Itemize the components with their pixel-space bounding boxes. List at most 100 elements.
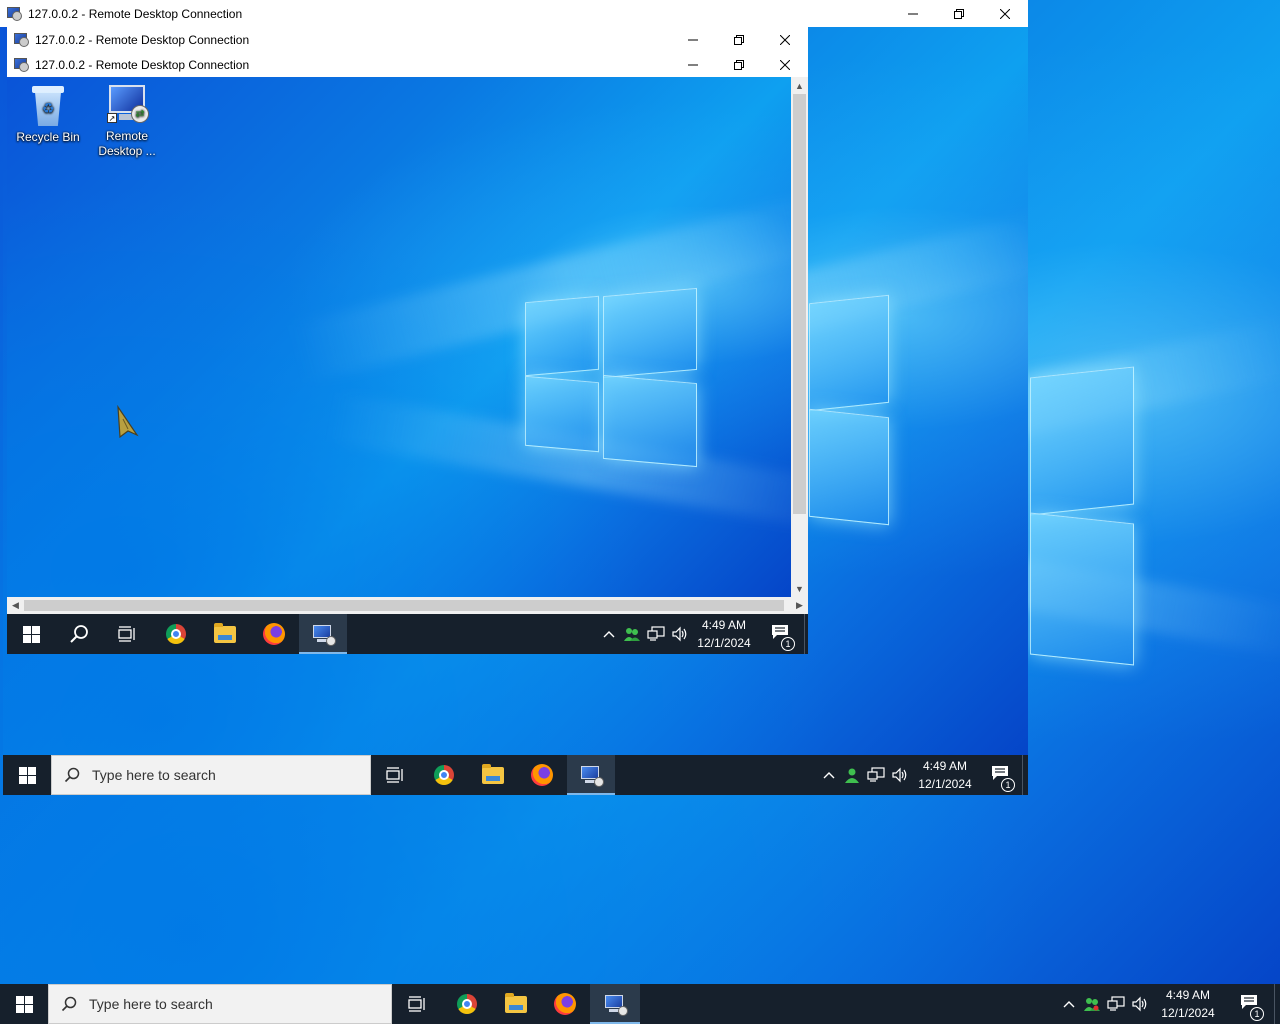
restore-button[interactable] — [716, 27, 762, 53]
minimize-icon — [688, 64, 698, 66]
chrome-taskbar-button[interactable] — [151, 614, 201, 654]
volume-tray-button[interactable] — [1128, 984, 1152, 1024]
window-title: 127.0.0.2 - Remote Desktop Connection — [35, 58, 250, 72]
firefox-taskbar-button[interactable] — [517, 755, 567, 795]
minimize-button[interactable] — [670, 53, 716, 77]
restore-icon — [734, 35, 744, 45]
start-button[interactable] — [3, 755, 51, 795]
network-tray-button[interactable] — [1104, 984, 1128, 1024]
scrollbar-thumb[interactable] — [793, 94, 806, 514]
scroll-down-icon[interactable]: ▼ — [791, 580, 808, 597]
close-icon — [780, 35, 790, 45]
show-hidden-icons-button[interactable] — [818, 755, 840, 795]
show-hidden-icons-button[interactable] — [1058, 984, 1080, 1024]
system-tray: 4:49 AM 12/1/2024 1 — [598, 614, 808, 654]
network-icon — [1107, 996, 1125, 1011]
search-button[interactable] — [55, 614, 103, 654]
network-tray-button[interactable] — [864, 755, 888, 795]
desktop-icon-label: Recycle Bin — [16, 130, 80, 144]
desktop-icon-remote-desktop[interactable]: ⇄ ↗ Remote Desktop ... — [89, 83, 165, 159]
firefox-icon — [263, 623, 285, 645]
chrome-taskbar-button[interactable] — [442, 984, 492, 1024]
search-input[interactable]: Type here to search — [51, 755, 371, 795]
close-icon — [1000, 8, 1010, 19]
volume-tray-button[interactable] — [668, 614, 692, 654]
start-button[interactable] — [0, 984, 48, 1024]
start-button[interactable] — [7, 614, 55, 654]
window-titlebar-inner[interactable]: 127.0.0.2 - Remote Desktop Connection — [7, 53, 808, 77]
restore-button[interactable] — [716, 53, 762, 77]
minimize-icon — [688, 39, 698, 41]
search-icon — [64, 767, 80, 783]
window-titlebar-middle[interactable]: 127.0.0.2 - Remote Desktop Connection — [7, 27, 808, 53]
task-view-button[interactable] — [392, 984, 442, 1024]
remote-desktop-icon — [13, 32, 29, 48]
chevron-up-icon — [1063, 1001, 1075, 1008]
action-center-button[interactable]: 1 — [978, 755, 1022, 795]
chrome-icon — [434, 765, 454, 785]
restore-button[interactable] — [936, 0, 982, 27]
windows-start-icon — [22, 625, 40, 643]
system-tray: 4:49 AM 12/1/2024 1 — [1058, 984, 1280, 1024]
scroll-right-icon[interactable]: ▶ — [791, 597, 808, 614]
chrome-icon — [457, 994, 477, 1014]
remote-desktop-icon — [604, 994, 628, 1016]
volume-icon — [1132, 996, 1147, 1012]
file-explorer-icon — [505, 992, 527, 1013]
users-tray-button[interactable] — [620, 614, 644, 654]
remote-desktop-icon — [580, 765, 604, 787]
recycle-bin-icon: ♻ — [31, 86, 65, 126]
remote-desktop-taskbar-button[interactable] — [299, 614, 347, 654]
windows-start-icon — [15, 995, 33, 1013]
chrome-taskbar-button[interactable] — [419, 755, 469, 795]
network-icon — [867, 767, 885, 782]
clock-button[interactable]: 4:49 AM 12/1/2024 — [692, 614, 756, 654]
close-button[interactable] — [762, 53, 808, 77]
file-explorer-taskbar-button[interactable] — [492, 984, 540, 1024]
firefox-taskbar-button[interactable] — [249, 614, 299, 654]
search-input[interactable]: Type here to search — [48, 984, 392, 1024]
users-tray-button[interactable] — [1080, 984, 1104, 1024]
network-icon — [647, 626, 665, 641]
search-icon — [70, 625, 88, 643]
volume-tray-button[interactable] — [888, 755, 912, 795]
remote-desktop-icon — [312, 624, 336, 646]
users-tray-button[interactable] — [840, 755, 864, 795]
action-center-button[interactable]: 1 — [756, 614, 804, 654]
file-explorer-taskbar-button[interactable] — [469, 755, 517, 795]
clock-button[interactable]: 4:49 AM 12/1/2024 — [912, 755, 978, 795]
task-view-icon — [118, 626, 135, 642]
firefox-taskbar-button[interactable] — [540, 984, 590, 1024]
network-tray-button[interactable] — [644, 614, 668, 654]
remote-desktop-icon — [6, 6, 22, 22]
system-tray: 4:49 AM 12/1/2024 1 — [818, 755, 1028, 795]
scroll-up-icon[interactable]: ▲ — [791, 77, 808, 94]
scrollbar-thumb[interactable] — [24, 600, 784, 611]
scroll-left-icon[interactable]: ◀ — [7, 597, 24, 614]
minimize-icon — [908, 13, 918, 14]
vertical-scrollbar[interactable]: ▲ ▼ — [791, 77, 808, 597]
task-view-button[interactable] — [103, 614, 151, 654]
file-explorer-taskbar-button[interactable] — [201, 614, 249, 654]
show-hidden-icons-button[interactable] — [598, 614, 620, 654]
clock-button[interactable]: 4:49 AM 12/1/2024 — [1152, 984, 1224, 1024]
search-placeholder: Type here to search — [92, 767, 216, 783]
remote-desktop-taskbar-button[interactable] — [590, 984, 640, 1024]
action-center-button[interactable]: 1 — [1224, 984, 1274, 1024]
chevron-up-icon — [823, 772, 835, 779]
minimize-button[interactable] — [890, 0, 936, 27]
desktop-icon-recycle-bin[interactable]: ♻ Recycle Bin — [10, 86, 86, 145]
search-placeholder: Type here to search — [89, 996, 213, 1012]
remote-desktop-taskbar-button[interactable] — [567, 755, 615, 795]
restore-icon — [734, 60, 744, 70]
search-icon — [61, 996, 77, 1012]
close-button[interactable] — [982, 0, 1028, 27]
clock-time: 4:49 AM — [922, 759, 967, 773]
close-button[interactable] — [762, 27, 808, 53]
window-titlebar-outer[interactable]: 127.0.0.2 - Remote Desktop Connection — [0, 0, 1028, 27]
minimize-button[interactable] — [670, 27, 716, 53]
horizontal-scrollbar[interactable]: ◀ ▶ — [7, 597, 808, 614]
task-view-button[interactable] — [371, 755, 419, 795]
clock-date: 12/1/2024 — [1161, 1006, 1215, 1020]
task-view-icon — [386, 767, 403, 783]
